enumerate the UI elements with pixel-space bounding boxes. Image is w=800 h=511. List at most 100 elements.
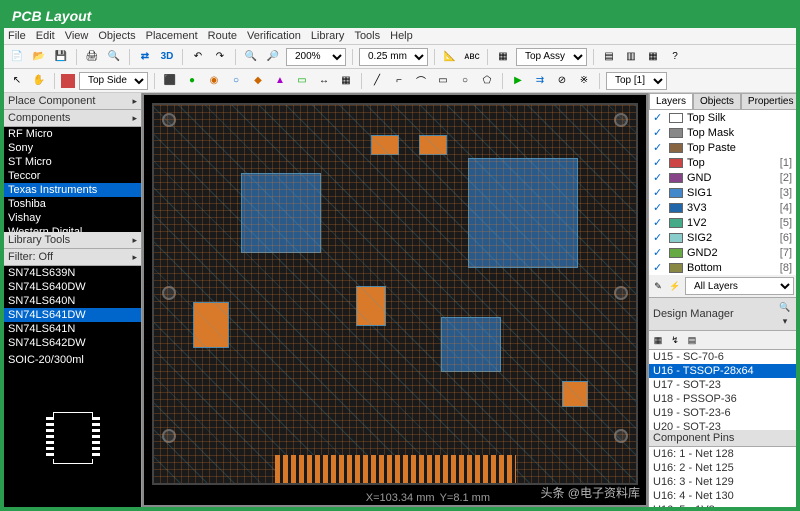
check-icon[interactable]: ✓: [653, 246, 665, 259]
copper-icon[interactable]: ◆: [249, 72, 267, 90]
panel2-icon[interactable]: ▥: [622, 48, 640, 66]
check-icon[interactable]: ✓: [653, 201, 665, 214]
layer-lightning-icon[interactable]: ⚡: [668, 279, 682, 293]
check-icon[interactable]: ✓: [653, 216, 665, 229]
menu-edit[interactable]: Edit: [36, 30, 55, 42]
check-icon[interactable]: ✓: [653, 171, 665, 184]
check-icon[interactable]: ✓: [653, 141, 665, 154]
dm-component-list[interactable]: U15 - SC-70-6U16 - TSSOP-28x64U17 - SOT-…: [649, 350, 796, 430]
layer-swatch[interactable]: [669, 218, 683, 228]
via-icon[interactable]: ◉: [205, 72, 223, 90]
layer-row[interactable]: ✓GND[2]: [649, 170, 796, 185]
layer-swatch[interactable]: [669, 233, 683, 243]
help-icon[interactable]: ?: [666, 48, 684, 66]
list-item[interactable]: Western Digital: [4, 225, 141, 232]
filter-header[interactable]: Filter: Off▸: [4, 249, 141, 266]
layer-swatch[interactable]: [669, 263, 683, 273]
flip-icon[interactable]: ⇄: [136, 48, 154, 66]
dm-net-icon[interactable]: ↯: [668, 333, 682, 347]
hole-icon[interactable]: ○: [227, 72, 245, 90]
layer-row[interactable]: ✓Top Silk: [649, 110, 796, 125]
layer-row[interactable]: ✓Top Paste: [649, 140, 796, 155]
list-item[interactable]: ST Micro: [4, 155, 141, 169]
open-icon[interactable]: 📂: [30, 48, 48, 66]
layer-icon[interactable]: ▦: [494, 48, 512, 66]
menu-help[interactable]: Help: [390, 30, 413, 42]
dimension-icon[interactable]: ↔: [315, 72, 333, 90]
list-item[interactable]: Texas Instruments: [4, 183, 141, 197]
pcb-board[interactable]: [152, 103, 638, 485]
pan-icon[interactable]: ✋: [30, 72, 48, 90]
route-layer-select[interactable]: Top [1]: [606, 72, 667, 90]
check-icon[interactable]: ✓: [653, 261, 665, 274]
board-icon[interactable]: ▭: [293, 72, 311, 90]
list-item[interactable]: SN74LS642DW: [4, 336, 141, 350]
rect-icon[interactable]: ▭: [434, 72, 452, 90]
check-icon[interactable]: ✓: [653, 111, 665, 124]
dm-search-icon[interactable]: 🔍: [778, 300, 792, 314]
layer-filter-select[interactable]: All Layers: [685, 277, 794, 295]
tab-properties[interactable]: Properties: [741, 93, 796, 109]
redo-icon[interactable]: ↷: [211, 48, 229, 66]
layer-row[interactable]: ✓SIG2[6]: [649, 230, 796, 245]
run-icon[interactable]: ▶: [509, 72, 527, 90]
layer-swatch[interactable]: [669, 143, 683, 153]
list-item[interactable]: U19 - SOT-23-6: [649, 406, 796, 420]
list-item[interactable]: Teccor: [4, 169, 141, 183]
menu-view[interactable]: View: [65, 30, 89, 42]
layer-swatch[interactable]: [669, 173, 683, 183]
layer-row[interactable]: ✓Top[1]: [649, 155, 796, 170]
list-item[interactable]: U16: 1 - Net 128: [649, 447, 796, 461]
save-icon[interactable]: 💾: [52, 48, 70, 66]
3d-icon[interactable]: 3D: [158, 48, 176, 66]
polyline-icon[interactable]: ⌐: [390, 72, 408, 90]
list-item[interactable]: U20 - SOT-23: [649, 420, 796, 430]
list-item[interactable]: U16: 3 - Net 129: [649, 475, 796, 489]
list-item[interactable]: U16 - TSSOP-28x64: [649, 364, 796, 378]
layer-swatch[interactable]: [669, 158, 683, 168]
undo-icon[interactable]: ↶: [189, 48, 207, 66]
place-component-header[interactable]: Place Component▸: [4, 93, 141, 110]
list-item[interactable]: U15 - SC-70-6: [649, 350, 796, 364]
menu-library[interactable]: Library: [311, 30, 345, 42]
poly-icon[interactable]: ⬠: [478, 72, 496, 90]
dm-layer-icon[interactable]: ▤: [685, 333, 699, 347]
menu-objects[interactable]: Objects: [98, 30, 135, 42]
dm-collapse-icon[interactable]: ▾: [778, 314, 792, 328]
layer-swatch[interactable]: [669, 203, 683, 213]
line-icon[interactable]: ╱: [368, 72, 386, 90]
grid-select[interactable]: 0.25 mm: [359, 48, 428, 66]
list-item[interactable]: U18 - PSSOP-36: [649, 392, 796, 406]
menu-verification[interactable]: Verification: [247, 30, 301, 42]
layers-list[interactable]: ✓Top Silk✓Top Mask✓Top Paste✓Top[1]✓GND[…: [649, 110, 796, 275]
tab-layers[interactable]: Layers: [649, 93, 693, 109]
manufacturer-list[interactable]: RF MicroSonyST MicroTeccorTexas Instrume…: [4, 127, 141, 232]
component-icon[interactable]: ⬛: [161, 72, 179, 90]
zoom-in-icon[interactable]: 🔍: [242, 48, 260, 66]
list-item[interactable]: SN74LS641N: [4, 322, 141, 336]
panel3-icon[interactable]: ▦: [644, 48, 662, 66]
layer-view-select[interactable]: Top Assy: [516, 48, 587, 66]
check-icon[interactable]: ✓: [653, 231, 665, 244]
menu-route[interactable]: Route: [208, 30, 237, 42]
dm-chip-icon[interactable]: ▦: [651, 333, 665, 347]
layer-row[interactable]: ✓SIG1[3]: [649, 185, 796, 200]
arc-icon[interactable]: ⌒: [412, 72, 430, 90]
check-icon[interactable]: ✓: [653, 186, 665, 199]
preview-icon[interactable]: 🔍: [105, 48, 123, 66]
list-item[interactable]: SN74LS641DW: [4, 308, 141, 322]
zoom-select[interactable]: 200%: [286, 48, 346, 66]
canvas-area[interactable]: X=103.34 mm Y=8.1 mm 头条 @电子资料库: [142, 93, 648, 507]
layer-row[interactable]: ✓Bottom[8]: [649, 260, 796, 275]
tab-objects[interactable]: Objects: [693, 93, 741, 109]
select-icon[interactable]: ↖: [8, 72, 26, 90]
fanout-icon[interactable]: ※: [575, 72, 593, 90]
list-item[interactable]: U17 - SOT-23: [649, 378, 796, 392]
check-icon[interactable]: ✓: [653, 156, 665, 169]
layer-row[interactable]: ✓3V3[4]: [649, 200, 796, 215]
list-item[interactable]: U16: 4 - Net 130: [649, 489, 796, 503]
circle-icon[interactable]: ○: [456, 72, 474, 90]
zoom-out-icon[interactable]: 🔎: [264, 48, 282, 66]
menu-file[interactable]: File: [8, 30, 26, 42]
print-icon[interactable]: 🖨: [83, 48, 101, 66]
